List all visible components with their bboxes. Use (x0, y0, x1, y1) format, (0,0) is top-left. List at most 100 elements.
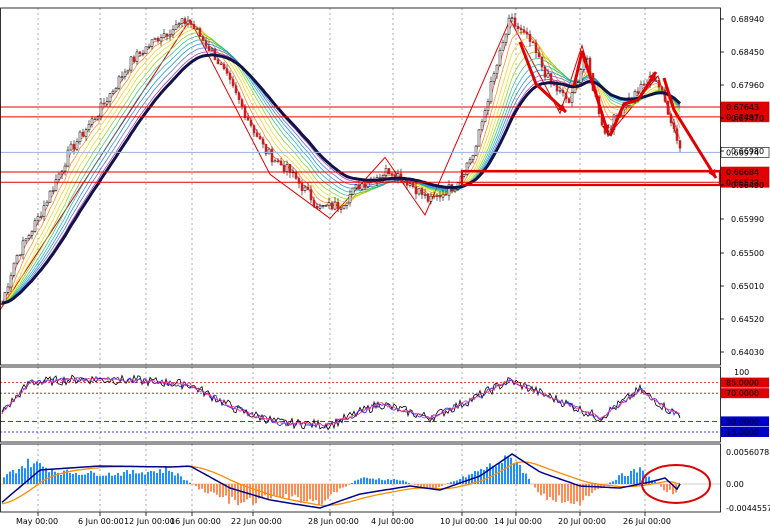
candle-body (507, 17, 511, 35)
macd-histogram-bar (210, 484, 212, 492)
y-tick-label: 0.64520 (731, 315, 764, 324)
macd-histogram-bar (279, 484, 281, 498)
macd-histogram-bar (189, 482, 191, 484)
y-tick-label: 0.68940 (731, 15, 764, 24)
candle-body (12, 262, 16, 276)
x-tick-label: 10 Jul 00:00 (440, 517, 488, 526)
candle-body (90, 118, 94, 125)
y-tick-label: 0.65010 (731, 282, 764, 291)
macd-histogram-bar (570, 484, 572, 504)
macd-histogram-bar (663, 484, 665, 491)
macd-histogram-bar (573, 484, 575, 505)
macd-histogram-bar (591, 484, 593, 493)
candle-body (231, 79, 235, 87)
macd-histogram-bar (537, 484, 539, 493)
x-tick-label: 22 Jun 00:00 (231, 517, 282, 526)
candle-body (432, 195, 436, 198)
x-tick-label: 6 Jun 00:00 (78, 517, 124, 526)
macd-histogram-bar (561, 484, 563, 503)
macd-histogram-bar (78, 475, 80, 484)
candle-body (21, 240, 25, 256)
macd-histogram-bar (375, 479, 377, 484)
x-tick-label: 12 Jun 00:00 (124, 517, 175, 526)
macd-histogram-bar (312, 484, 314, 502)
zigzag-layer (0, 18, 679, 311)
candle-body (33, 220, 37, 232)
candle-body (87, 124, 91, 130)
macd-histogram-bar (414, 484, 416, 485)
macd-histogram-bar (285, 484, 287, 494)
candle-body (237, 92, 241, 100)
candle-body (147, 46, 151, 48)
macd-histogram-bar (30, 467, 32, 484)
macd-histogram-bar (165, 467, 167, 484)
candle-body (273, 160, 277, 163)
candle-body (174, 24, 178, 30)
candle-body (525, 31, 529, 35)
moving-average-layer (1, 53, 682, 305)
macd-histogram-bar (132, 469, 134, 484)
candle-body (270, 148, 274, 163)
macd-histogram-bar (288, 484, 290, 500)
candle-body (234, 85, 238, 94)
macd-histogram-bar (273, 484, 275, 496)
candle-body (510, 17, 514, 19)
macd-histogram-bar (639, 467, 641, 484)
candle-body (225, 68, 229, 74)
drawn-arrow (662, 77, 718, 179)
candle-body (339, 208, 343, 211)
y-tick-label: 0.67960 (731, 81, 764, 90)
candle-body (102, 102, 106, 105)
oscillator-top-label: 100 (734, 368, 749, 377)
candle-body (78, 131, 82, 142)
macd-histogram-bar (201, 484, 203, 489)
candle-body (435, 194, 439, 197)
macd-histogram-bar (315, 484, 317, 501)
macd-histogram-bar (522, 472, 524, 484)
macd-histogram-bar (576, 484, 578, 502)
candle-body (24, 238, 28, 242)
macd-histogram-bar (444, 484, 446, 485)
candle-body (153, 37, 157, 40)
macd-histogram-bar (69, 473, 71, 484)
candle-body (402, 179, 406, 182)
macd-histogram-bar (333, 484, 335, 493)
candle-body (126, 69, 130, 73)
macd-tick-label: -0.0044557 (726, 504, 770, 513)
macd-histogram-bar (621, 473, 623, 484)
macd-histogram-bar (396, 479, 398, 484)
trading-chart: 0.676430.674970.669740.666840.66532 1008… (0, 7, 770, 526)
macd-histogram-bar (249, 484, 251, 498)
macd-histogram-bar (270, 484, 272, 499)
macd-histogram-bar (237, 484, 239, 506)
macd-histogram-bar (486, 466, 488, 484)
macd-histogram-bar (321, 484, 323, 505)
candle-body (165, 33, 169, 37)
candle-body (360, 183, 364, 190)
candle-body (207, 46, 211, 51)
macd-histogram-bar (3, 477, 5, 484)
candle-body (228, 73, 232, 80)
candle-body (438, 194, 442, 198)
candle-body (519, 28, 523, 31)
candle-body (285, 164, 289, 172)
candle-body (219, 63, 223, 66)
macd-histogram-bar (627, 476, 629, 484)
candle-body (282, 164, 286, 172)
macd-histogram-bar (519, 464, 521, 484)
macd-histogram-bar (267, 484, 269, 500)
candle-body (654, 80, 658, 82)
macd-histogram-bar (138, 473, 140, 484)
candle-body (345, 202, 349, 206)
macd-histogram-bar (207, 484, 209, 494)
candle-body (462, 174, 466, 177)
macd-histogram-bar (123, 472, 125, 484)
candle-body (516, 25, 520, 29)
macd-histogram-bar (609, 482, 611, 484)
candle-body (300, 183, 304, 191)
candle-body (354, 184, 358, 189)
macd-histogram-bar (216, 484, 218, 495)
x-tick-label: 16 Jun 00:00 (170, 517, 221, 526)
candle-body (351, 187, 355, 195)
candle-body (366, 182, 370, 188)
